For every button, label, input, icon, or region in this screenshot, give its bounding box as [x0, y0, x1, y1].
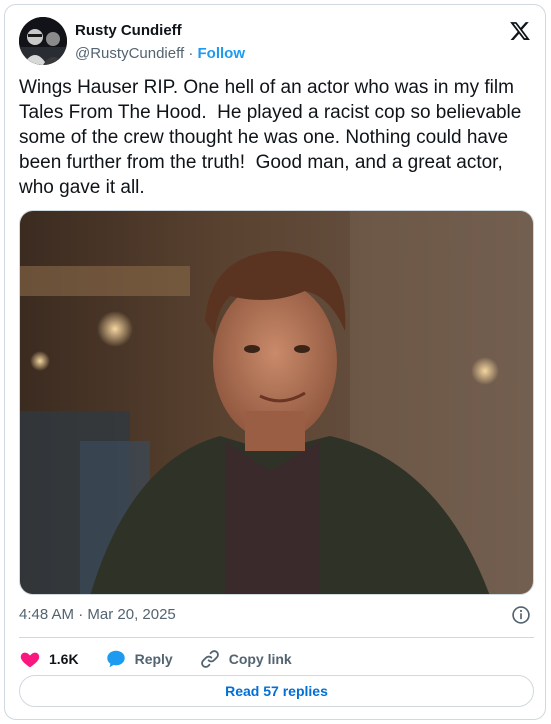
handle[interactable]: @RustyCundieff [75, 45, 184, 62]
photo-actor [20, 211, 533, 594]
x-logo-icon[interactable] [509, 20, 531, 42]
timestamp-separator: · [78, 606, 88, 623]
tweet-time: 4:48 AM [19, 606, 75, 623]
tweet-text: Wings Hauser RIP. One hell of an actor w… [19, 77, 527, 198]
reply-button[interactable]: Reply [105, 648, 173, 670]
tweet-media-image[interactable] [19, 210, 534, 595]
read-replies-label: Read 57 replies [225, 683, 328, 699]
avatar-image [19, 17, 67, 65]
display-name[interactable]: Rusty Cundieff [75, 22, 182, 39]
read-replies-button[interactable]: Read 57 replies [19, 675, 534, 707]
copy-link-label: Copy link [228, 651, 292, 667]
tweet-card: Rusty Cundieff @RustyCundieff · Follow W… [4, 4, 546, 720]
avatar[interactable] [19, 17, 67, 65]
copy-link-button[interactable]: Copy link [199, 648, 292, 670]
like-count: 1.6K [49, 651, 79, 667]
speech-bubble-icon [106, 650, 125, 668]
heart-icon [20, 652, 40, 668]
reply-label: Reply [134, 651, 173, 667]
info-icon[interactable] [511, 605, 531, 625]
divider [19, 637, 534, 638]
link-icon [200, 650, 219, 668]
handle-row: @RustyCundieff · Follow [75, 45, 245, 62]
tweet-timestamp[interactable]: 4:48 AM · Mar 20, 2025 [19, 606, 176, 623]
handle-separator: · [188, 45, 198, 62]
follow-button[interactable]: Follow [198, 45, 246, 62]
like-button[interactable]: 1.6K [19, 648, 79, 670]
tweet-date: Mar 20, 2025 [87, 606, 176, 623]
action-bar: 1.6K Reply Copy link [19, 647, 318, 671]
